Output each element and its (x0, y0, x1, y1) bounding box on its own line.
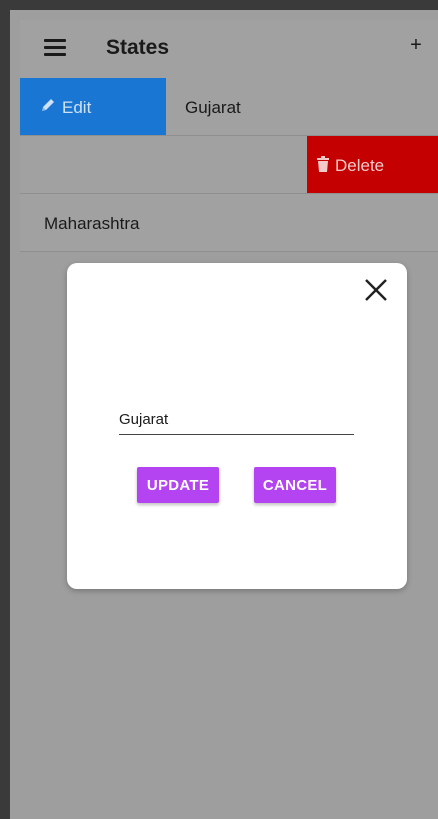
delete-button[interactable]: Delete (307, 136, 438, 193)
trash-icon (317, 156, 329, 172)
update-button[interactable]: UPDATE (137, 467, 219, 503)
list-item-label: Maharashtra (44, 214, 140, 233)
cancel-button[interactable]: CANCEL (254, 467, 336, 503)
list-item-maharashtra[interactable]: Maharashtra (20, 194, 438, 252)
list-item-label: Gujarat (185, 98, 241, 117)
delete-label: Delete (335, 156, 385, 175)
app-screen: States + Edit Gujarat Delete Maharashtra… (20, 20, 438, 819)
edit-button[interactable]: Edit (20, 78, 166, 135)
add-icon[interactable]: + (404, 34, 428, 57)
edit-label: Edit (62, 98, 92, 117)
pencil-icon (42, 99, 54, 111)
page-title: States (106, 36, 170, 59)
state-name-input[interactable] (119, 404, 354, 435)
close-icon[interactable] (363, 277, 389, 303)
list-item-swiped[interactable]: Delete (20, 136, 438, 194)
list-item-gujarat[interactable]: Edit Gujarat (20, 78, 438, 136)
app-bar: States + (20, 20, 438, 79)
device-frame: States + Edit Gujarat Delete Maharashtra… (0, 0, 438, 819)
hamburger-menu-icon[interactable] (44, 39, 66, 57)
edit-dialog: UPDATE CANCEL (67, 263, 407, 589)
